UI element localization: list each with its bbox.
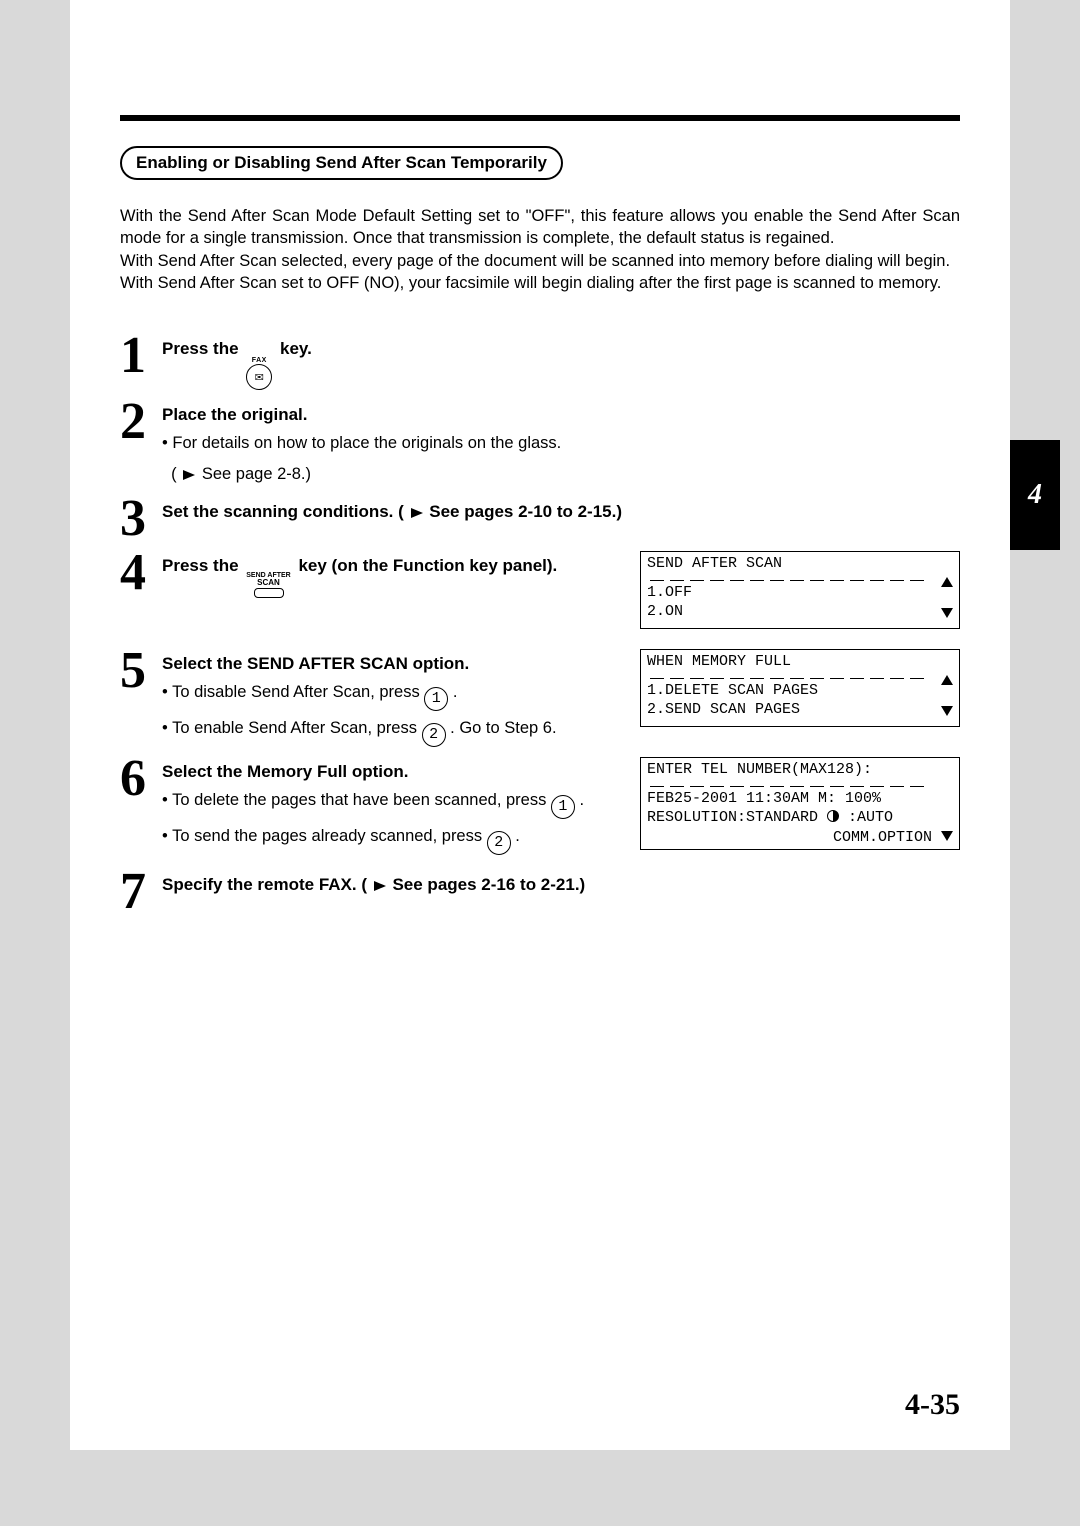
step3-text-b: See pages 2-10 to 2-15.) [425, 502, 622, 521]
step5-sub2a: To enable Send After Scan, press [162, 719, 422, 737]
step5-sub2b: . Go to Step 6. [446, 719, 557, 737]
key-1-icon: 1 [551, 795, 575, 819]
step2-sub2: See page 2-8.) [202, 465, 311, 483]
step2-head: Place the original. [162, 404, 960, 426]
page-number: 4-35 [905, 1388, 960, 1422]
step6-sub1a: To delete the pages that have been scann… [162, 791, 551, 809]
step-4: 4 Press the SEND AFTERSCAN key (on the F… [120, 551, 620, 598]
step1-text-a: Press the [162, 339, 243, 358]
scroll-up-icon [941, 574, 953, 594]
scroll-down-icon [941, 605, 953, 625]
intro-p3: With Send After Scan set to OFF (NO), yo… [120, 272, 960, 294]
step5-sub1b: . [448, 683, 457, 701]
step-num: 2 [120, 400, 162, 444]
step-num: 6 [120, 757, 162, 801]
step-2: 2 Place the original. For details on how… [120, 400, 960, 487]
section-title: Enabling or Disabling Send After Scan Te… [120, 146, 563, 180]
step-5: 5 Select the SEND AFTER SCAN option. To … [120, 649, 620, 747]
lcd-display-1: SEND AFTER SCAN 1.OFF 2.ON [640, 551, 960, 629]
step7-text-b: See pages 2-16 to 2-21.) [388, 875, 585, 894]
step5-head: Select the SEND AFTER SCAN option. [162, 653, 620, 675]
key-1-icon: 1 [424, 687, 448, 711]
step6-sub2b: . [511, 827, 520, 845]
intro-p2: With Send After Scan selected, every pag… [120, 250, 960, 272]
step4-text-b: key (on the Function key panel). [294, 556, 558, 575]
fax-key-icon: FAX✉ [246, 357, 272, 390]
send-after-scan-key-icon: SEND AFTERSCAN [246, 572, 290, 598]
step-num: 7 [120, 870, 162, 914]
step7-text-a: Specify the remote FAX. ( [162, 875, 372, 894]
intro-text: With the Send After Scan Mode Default Se… [120, 205, 960, 294]
step-1: 1 Press the FAX✉ key. [120, 334, 960, 390]
key-2-icon: 2 [487, 831, 511, 855]
goto-arrow-icon [374, 881, 386, 891]
step-3: 3 Set the scanning conditions. ( See pag… [120, 497, 960, 541]
step-num: 1 [120, 334, 162, 378]
step1-text-b: key. [275, 339, 312, 358]
step5-sub1a: To disable Send After Scan, press [162, 683, 424, 701]
contrast-icon [827, 810, 839, 822]
scroll-down-icon [941, 703, 953, 723]
intro-p1: With the Send After Scan Mode Default Se… [120, 205, 960, 250]
step2-sub1: For details on how to place the original… [162, 430, 960, 456]
goto-arrow-icon [183, 470, 195, 480]
step-7: 7 Specify the remote FAX. ( See pages 2-… [120, 870, 960, 914]
section-rule [120, 115, 960, 121]
goto-arrow-icon [411, 508, 423, 518]
scroll-up-icon [941, 672, 953, 692]
step6-sub2a: To send the pages already scanned, press [162, 827, 487, 845]
lcd-display-2: WHEN MEMORY FULL 1.DELETE SCAN PAGES 2.S… [640, 649, 960, 727]
chapter-tab: 4 [1010, 440, 1060, 550]
step4-text-a: Press the [162, 556, 243, 575]
page: 4 Enabling or Disabling Send After Scan … [70, 0, 1010, 1450]
scroll-down-icon [941, 831, 953, 841]
step6-head: Select the Memory Full option. [162, 761, 620, 783]
key-2-icon: 2 [422, 723, 446, 747]
lcd-display-3: ENTER TEL NUMBER(MAX128): FEB25-2001 11:… [640, 757, 960, 850]
step6-sub1b: . [575, 791, 584, 809]
step3-text-a: Set the scanning conditions. ( [162, 502, 409, 521]
step-num: 3 [120, 497, 162, 541]
step-6: 6 Select the Memory Full option. To dele… [120, 757, 620, 855]
step-num: 4 [120, 551, 162, 595]
step-num: 5 [120, 649, 162, 693]
